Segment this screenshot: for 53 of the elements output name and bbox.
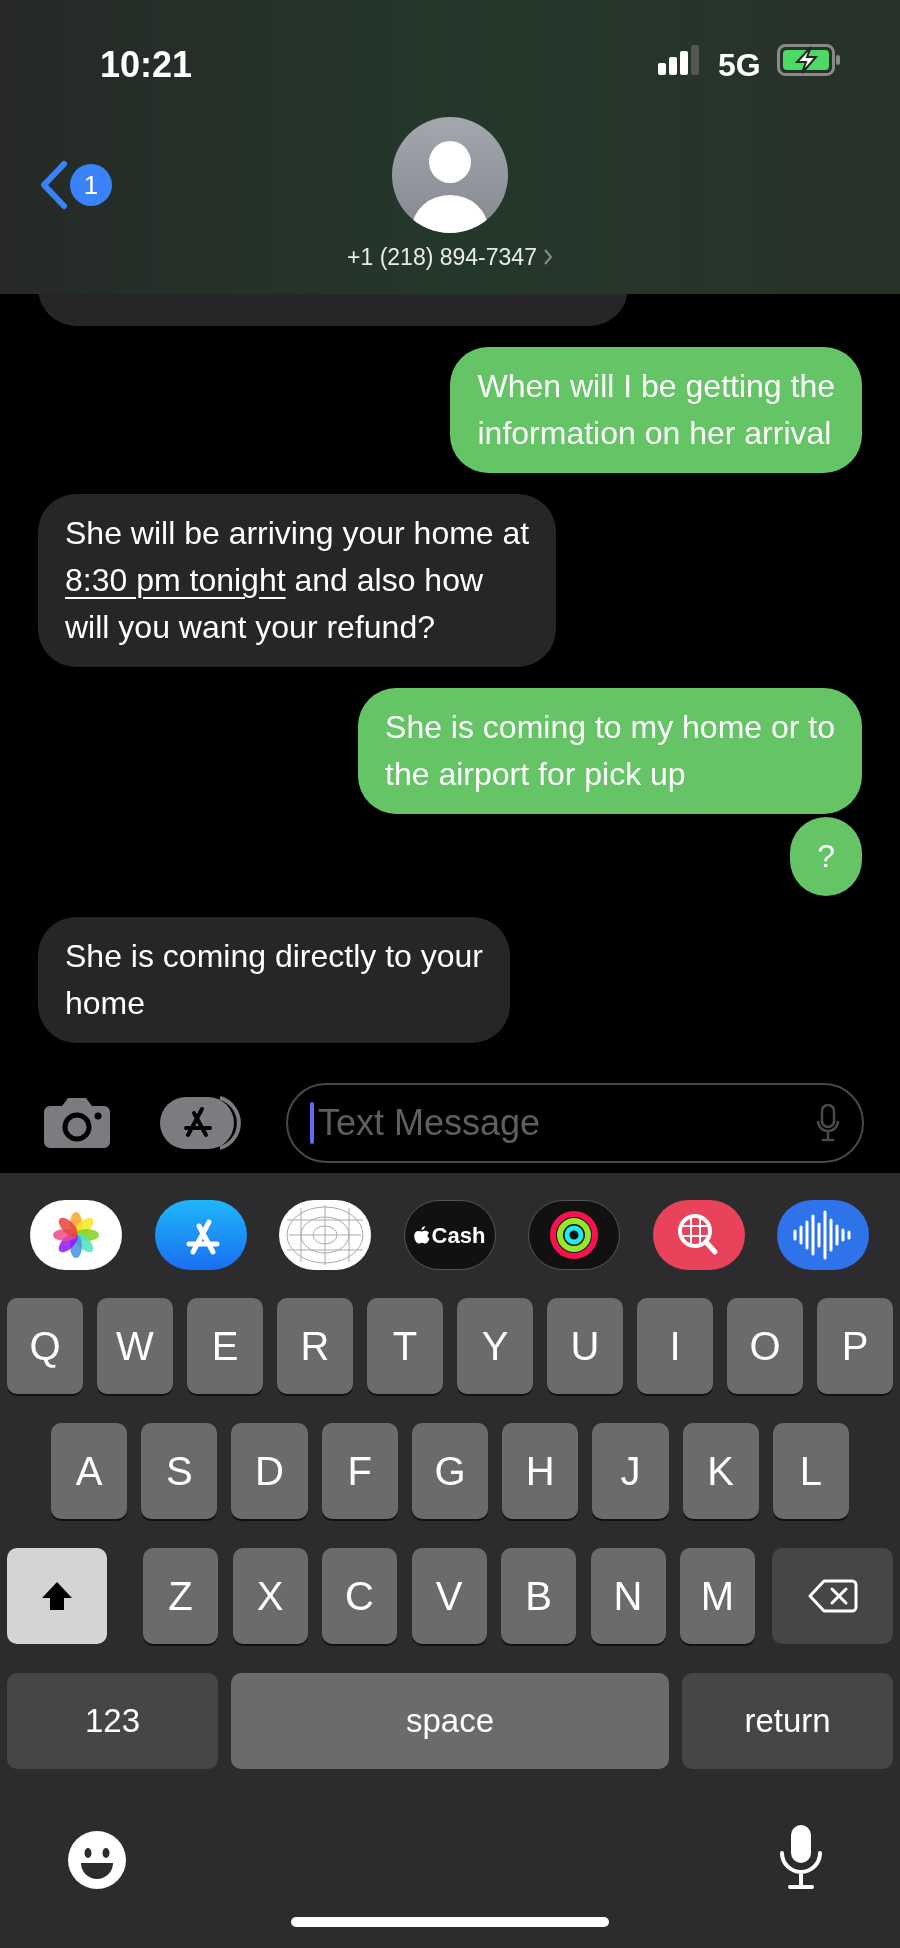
keyboard-key[interactable]: S	[141, 1423, 218, 1519]
keyboard-key[interactable]: K	[682, 1423, 759, 1519]
message-bubble: She is coming to my home or to the airport for pick up	[358, 688, 862, 814]
chevron-icon	[542, 248, 553, 267]
space-key[interactable]: space	[231, 1673, 669, 1769]
backspace-icon	[807, 1578, 858, 1614]
keyboard-key[interactable]: V	[411, 1548, 487, 1644]
keyboard-key[interactable]: N	[590, 1548, 666, 1644]
message-bubble: When will I be getting the information on her arrival	[450, 347, 862, 473]
keyboard-key[interactable]: Q	[7, 1298, 83, 1394]
avatar-icon[interactable]	[392, 117, 508, 233]
message-bubble: ?	[790, 817, 862, 896]
keyboard-key[interactable]: I	[637, 1298, 713, 1394]
apple-icon	[413, 1225, 430, 1245]
back-icon[interactable]	[38, 160, 68, 210]
keyboard-key[interactable]: U	[547, 1298, 623, 1394]
keyboard-key[interactable]: W	[97, 1298, 173, 1394]
keyboard-key[interactable]: P	[817, 1298, 893, 1394]
time-link[interactable]: 8:30 pm tonight	[65, 562, 286, 598]
keyboard-key[interactable]: J	[592, 1423, 669, 1519]
keyboard-key[interactable]: H	[502, 1423, 579, 1519]
keyboard-key[interactable]: Y	[457, 1298, 533, 1394]
keyboard-key[interactable]: F	[321, 1423, 398, 1519]
keyboard-key[interactable]: E	[187, 1298, 263, 1394]
message-bubble: She will be arriving your home at 8:30 pm tonight and also how will you want your refund?	[38, 494, 557, 667]
keyboard-key[interactable]: L	[772, 1423, 849, 1519]
unread-badge: 1	[70, 164, 112, 206]
keyboard-key[interactable]: X	[232, 1548, 308, 1644]
keyboard-key[interactable]: T	[367, 1298, 443, 1394]
return-key[interactable]: return	[682, 1673, 893, 1769]
keyboard-key[interactable]: M	[680, 1548, 755, 1644]
shift-key[interactable]	[7, 1548, 107, 1644]
network-label: 5G	[718, 46, 761, 85]
battery-charging-icon	[777, 44, 841, 76]
camera-icon[interactable]	[42, 1096, 112, 1150]
contact-number[interactable]: +1 (218) 894-7347	[347, 240, 537, 275]
message-input-field[interactable]: Text Message	[286, 1083, 864, 1163]
keyboard-key[interactable]: C	[322, 1548, 397, 1644]
text-cursor	[310, 1102, 314, 1144]
keyboard-key[interactable]: O	[727, 1298, 803, 1394]
numbers-key[interactable]: 123	[7, 1673, 218, 1769]
message-bubble: She is coming directly to your home	[38, 917, 510, 1043]
keyboard-key[interactable]: Z	[143, 1548, 218, 1644]
cash-app-button[interactable]: Cash	[403, 1200, 496, 1270]
keyboard-key[interactable]: R	[277, 1298, 353, 1394]
keyboard-key[interactable]: A	[51, 1423, 128, 1519]
delete-key[interactable]	[772, 1548, 893, 1644]
keyboard-key[interactable]: D	[231, 1423, 308, 1519]
status-time: 10:21	[100, 43, 193, 87]
emoji-icon[interactable]	[66, 1829, 128, 1891]
keyboard-key[interactable]: G	[411, 1423, 489, 1519]
keyboard-key[interactable]: B	[501, 1548, 576, 1644]
signal-icon	[658, 45, 700, 75]
